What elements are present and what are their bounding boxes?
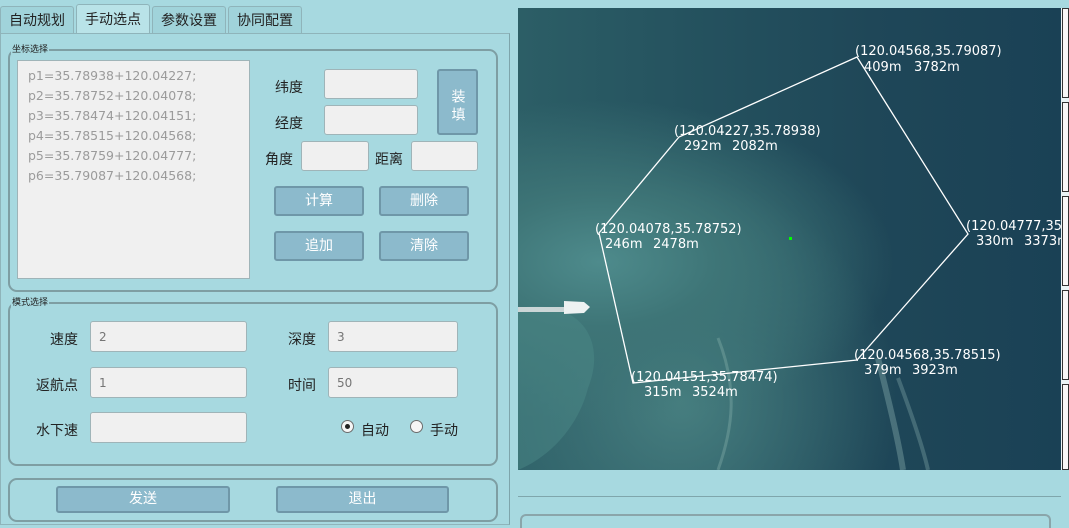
angle-label: 角度 xyxy=(265,152,293,168)
vertex-distance-label: 3923m xyxy=(912,363,958,378)
send-button[interactable]: 发送 xyxy=(56,486,230,513)
vertex-coord-label: (120.04568,35.78515) xyxy=(854,348,1001,363)
vertex-distance-label: 2082m xyxy=(732,139,778,154)
clear-button[interactable]: 清除 xyxy=(379,231,469,261)
tab-param-settings[interactable]: 参数设置 xyxy=(152,6,226,34)
vertex-coord-label: (120.04227,35.78938) xyxy=(674,124,821,139)
divider xyxy=(518,496,1061,497)
tab-manual-select[interactable]: 手动选点 xyxy=(76,4,150,34)
vertex-distance-label: 315m xyxy=(644,385,681,400)
wake-trail xyxy=(716,337,733,470)
points-list[interactable]: p1=35.78938+120.04227; p2=35.78752+120.0… xyxy=(17,60,250,279)
load-button[interactable]: 装填 xyxy=(437,69,478,135)
vertex-distance-label: 3782m xyxy=(914,60,960,75)
vertex-distance-label: 379m xyxy=(864,363,901,378)
route-polygon xyxy=(598,56,969,384)
side-panel-edge xyxy=(1061,8,1069,470)
time-input[interactable] xyxy=(328,367,458,398)
bottom-panel xyxy=(520,514,1051,528)
side-panel-frame xyxy=(1062,102,1069,192)
coords-group-title: 坐标选择 xyxy=(12,45,49,55)
auto-mode-radio[interactable] xyxy=(341,420,354,433)
vertex-distance-label: 409m xyxy=(864,60,901,75)
manual-point-panel: 自动规划 手动选点 参数设置 协同配置 坐标选择 模式选择 p1=35.7893… xyxy=(0,0,518,525)
side-panel-frame xyxy=(1062,290,1069,380)
vertex-distance-label: 3373m xyxy=(1024,234,1061,249)
depth-label: 深度 xyxy=(288,332,316,348)
side-panel-frame xyxy=(1062,384,1069,470)
center-marker xyxy=(789,237,792,240)
vertex-coord-label: (120.04568,35.79087) xyxy=(855,44,1002,59)
tab-bar: 自动规划 手动选点 参数设置 协同配置 xyxy=(0,4,304,34)
longitude-label: 经度 xyxy=(275,116,303,132)
list-item[interactable]: p6=35.79087+120.04568; xyxy=(28,166,249,186)
auto-mode-label[interactable]: 自动 xyxy=(361,420,389,440)
mode-group-title: 模式选择 xyxy=(12,298,49,308)
side-panel-frame xyxy=(1062,8,1069,98)
pier xyxy=(518,307,566,312)
vertex-distance-label: 3524m xyxy=(692,385,738,400)
time-label: 时间 xyxy=(288,378,316,394)
return-point-label: 返航点 xyxy=(36,378,78,394)
return-point-input[interactable] xyxy=(90,367,247,398)
angle-input[interactable] xyxy=(301,141,369,171)
tab-collab-config[interactable]: 协同配置 xyxy=(228,6,302,34)
map-overlay: (120.04568,35.79087) 409m 3782m (120.042… xyxy=(518,44,1061,470)
exit-button[interactable]: 退出 xyxy=(276,486,449,513)
list-item[interactable]: p4=35.78515+120.04568; xyxy=(28,126,249,146)
side-panel-frame xyxy=(1062,196,1069,286)
load-button-label: 装填 xyxy=(449,89,466,125)
latitude-label: 纬度 xyxy=(275,80,303,96)
vertex-distance-label: 330m xyxy=(976,234,1013,249)
longitude-input[interactable] xyxy=(324,105,418,135)
vertex-distance-label: 2478m xyxy=(653,237,699,252)
speed-input[interactable] xyxy=(90,321,247,352)
depth-input[interactable] xyxy=(328,321,458,352)
vertex-coord-label: (120.04151,35.78474) xyxy=(631,370,778,385)
vertex-coord-label: (120.04078,35.78752) xyxy=(595,222,742,237)
delete-button[interactable]: 删除 xyxy=(379,186,469,216)
list-item[interactable]: p1=35.78938+120.04227; xyxy=(28,66,249,86)
latitude-input[interactable] xyxy=(324,69,418,99)
list-item[interactable]: p2=35.78752+120.04078; xyxy=(28,86,249,106)
distance-label: 距离 xyxy=(375,152,403,168)
list-item[interactable]: p5=35.78759+120.04777; xyxy=(28,146,249,166)
speed-label: 速度 xyxy=(50,332,78,348)
calculate-button[interactable]: 计算 xyxy=(274,186,364,216)
vertex-distance-label: 292m xyxy=(684,139,721,154)
tab-auto-plan[interactable]: 自动规划 xyxy=(0,6,74,34)
underwater-speed-input[interactable] xyxy=(90,412,247,443)
boat-icon xyxy=(564,301,590,314)
vertex-distance-label: 246m xyxy=(605,237,642,252)
append-button[interactable]: 追加 xyxy=(274,231,364,261)
satellite-map[interactable]: (120.04568,35.79087) 409m 3782m (120.042… xyxy=(518,8,1061,470)
manual-mode-label[interactable]: 手动 xyxy=(430,420,458,440)
list-item[interactable]: p3=35.78474+120.04151; xyxy=(28,106,249,126)
shallow-water-area xyxy=(518,306,595,470)
manual-mode-radio[interactable] xyxy=(410,420,423,433)
vertex-coord-label: (120.04777,35 xyxy=(966,219,1061,234)
distance-input[interactable] xyxy=(411,141,478,171)
underwater-speed-label: 水下速 xyxy=(36,423,78,439)
